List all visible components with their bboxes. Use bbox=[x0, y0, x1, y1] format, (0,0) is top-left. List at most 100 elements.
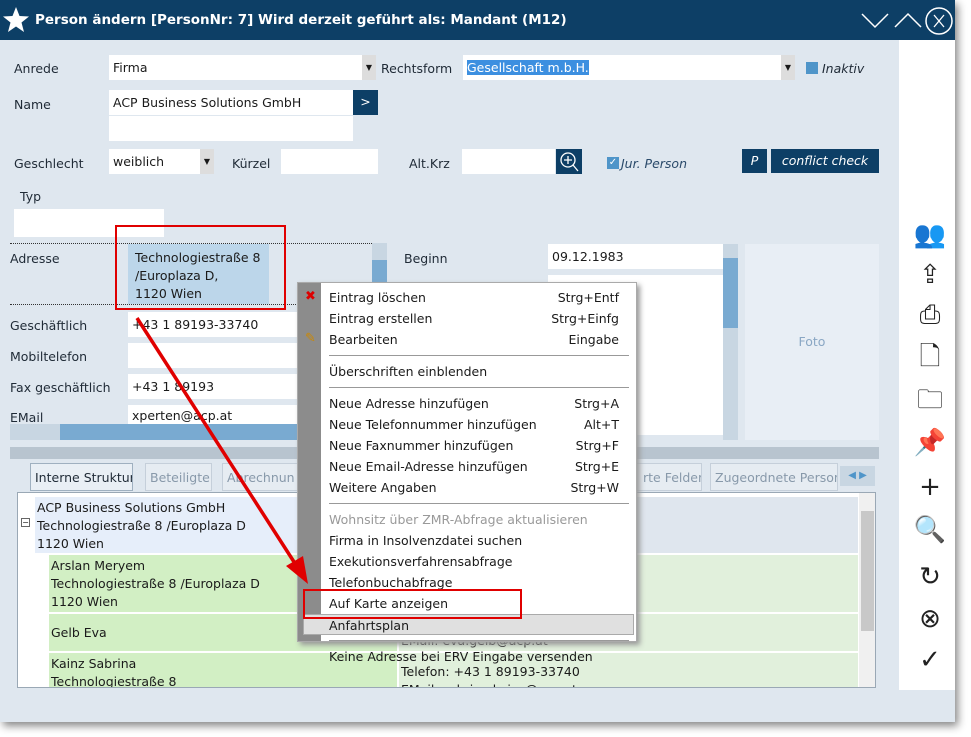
search-button[interactable] bbox=[556, 149, 582, 174]
anrede-select[interactable]: Firma ▼ bbox=[109, 55, 376, 80]
menu-item-bearbeiten[interactable]: Bearbeiten Eingabe bbox=[329, 329, 629, 350]
tab-interne-struktur[interactable]: Interne Struktur bbox=[30, 463, 133, 491]
conflict-check-button[interactable]: conflict check bbox=[771, 149, 879, 173]
typ-label: Typ bbox=[20, 189, 42, 204]
document-search-icon[interactable]: 🔍 bbox=[913, 513, 947, 547]
window-title: Person ändern [PersonNr: 7] Wird derzeit… bbox=[35, 12, 567, 28]
menu-item-label: Firma in Insolvenzdatei suchen bbox=[329, 533, 523, 548]
menu-item-weitere-angaben[interactable]: Weitere Angaben Strg+W bbox=[329, 477, 629, 498]
scrollbar-thumb[interactable] bbox=[723, 258, 738, 328]
menu-separator bbox=[329, 503, 629, 504]
tree-scrollbar[interactable] bbox=[859, 493, 875, 687]
phone-label: Geschäftlich bbox=[10, 318, 88, 333]
menu-item-telefonbuchabfrage[interactable]: Telefonbuchabfrage bbox=[329, 572, 629, 593]
menu-item-label: Telefonbuchabfrage bbox=[329, 575, 453, 590]
jur-person-checkbox[interactable]: ✓ bbox=[607, 157, 619, 169]
menu-item-eintrag-löschen[interactable]: Eintrag löschen Strg+Entf bbox=[329, 287, 629, 308]
chevron-up-icon[interactable] bbox=[893, 10, 923, 30]
tab-beteiligte[interactable]: Beteiligte bbox=[145, 463, 212, 491]
users-icon[interactable]: 👥 bbox=[913, 218, 947, 252]
menu-item-überschriften-einblenden[interactable]: Überschriften einblenden bbox=[329, 361, 629, 382]
name-input-2[interactable] bbox=[109, 116, 353, 141]
pin-icon[interactable]: 📌 bbox=[913, 426, 947, 460]
close-icon[interactable] bbox=[925, 6, 953, 36]
print-icon[interactable]: ⎙ bbox=[913, 298, 947, 332]
menu-item-shortcut: Strg+A bbox=[574, 396, 619, 411]
address-label: Adresse bbox=[10, 251, 60, 266]
menu-item-shortcut: Strg+W bbox=[570, 480, 619, 495]
cancel-icon[interactable]: ⊗ bbox=[913, 602, 947, 636]
kuerzel-input[interactable] bbox=[281, 149, 378, 174]
inaktiv-checkbox[interactable] bbox=[806, 62, 818, 74]
geschlecht-label: Geschlecht bbox=[14, 156, 84, 171]
menu-item-firma-in-insolvenzdatei-suchen[interactable]: Firma in Insolvenzdatei suchen bbox=[329, 530, 629, 551]
menu-item-label: Neue Email-Adresse hinzufügen bbox=[329, 459, 528, 474]
mobile-label: Mobiltelefon bbox=[10, 349, 88, 364]
menu-item-shortcut: Strg+Einfg bbox=[551, 311, 619, 326]
chevron-down-icon[interactable] bbox=[860, 10, 890, 30]
name-expand-button[interactable]: > bbox=[353, 90, 378, 115]
rechtsform-value: Gesellschaft m.b.H. bbox=[467, 60, 589, 75]
delete-x-icon: ✖ bbox=[305, 289, 316, 304]
menu-item-label: Exekutionsverfahrensabfrage bbox=[329, 554, 513, 569]
collapse-icon[interactable]: − bbox=[21, 518, 30, 527]
menu-item-shortcut: Eingabe bbox=[568, 332, 619, 347]
new-document-icon[interactable]: 🗋 bbox=[913, 340, 947, 374]
menu-item-shortcut: Strg+F bbox=[575, 438, 619, 453]
dropdown-arrow-icon: ▼ bbox=[781, 55, 795, 80]
inaktiv-label: Inaktiv bbox=[822, 61, 865, 76]
photo-box[interactable]: Foto bbox=[745, 244, 879, 440]
menu-item-neue-email-adresse-hinzufügen[interactable]: Neue Email-Adresse hinzufügen Strg+E bbox=[329, 456, 629, 477]
context-menu: Eintrag löschen Strg+Entf ✖ Eintrag erstell… bbox=[297, 282, 637, 664]
folder-icon[interactable]: 🗀 bbox=[913, 383, 947, 417]
add-icon[interactable]: + bbox=[913, 470, 947, 504]
dropdown-arrow-icon: ▼ bbox=[200, 149, 214, 174]
menu-item-label: Weitere Angaben bbox=[329, 480, 437, 495]
beginn-input[interactable]: 09.12.1983 bbox=[548, 244, 723, 269]
menu-item-anfahrtsplan[interactable]: Anfahrtsplan bbox=[303, 614, 634, 635]
menu-item-neue-adresse-hinzufügen[interactable]: Neue Adresse hinzufügen Strg+A bbox=[329, 393, 629, 414]
share-icon[interactable]: ⇪ bbox=[913, 258, 947, 292]
altkrz-input[interactable] bbox=[462, 149, 555, 174]
confirm-icon[interactable]: ✓ bbox=[913, 643, 947, 677]
menu-item-neue-telefonnummer-hinzufügen[interactable]: Neue Telefonnummer hinzufügen Alt+T bbox=[329, 414, 629, 435]
menu-item-label: Neue Adresse hinzufügen bbox=[329, 396, 489, 411]
anrede-label: Anrede bbox=[14, 61, 59, 76]
tab-zugeordnete-person[interactable]: Zugeordnete Person bbox=[710, 463, 838, 491]
tab-scroll-arrows[interactable]: ◀ ▶ bbox=[840, 466, 875, 486]
menu-item-exekutionsverfahrensabfrage[interactable]: Exekutionsverfahrensabfrage bbox=[329, 551, 629, 572]
tab-felder[interactable]: rte Felder bbox=[632, 463, 702, 491]
scrollbar-thumb[interactable] bbox=[861, 511, 874, 631]
menu-item-label: Keine Adresse bei ERV Eingabe versenden bbox=[329, 649, 593, 664]
p-button[interactable]: P bbox=[742, 149, 767, 173]
name-input[interactable]: ACP Business Solutions GmbH bbox=[109, 90, 353, 115]
tab-abrechnung[interactable]: Abrechnun bbox=[222, 463, 300, 491]
anrede-value: Firma bbox=[113, 60, 148, 75]
menu-item-label: Wohnsitz über ZMR-Abfrage aktualisieren bbox=[329, 512, 588, 527]
menu-item-label: Anfahrtsplan bbox=[329, 618, 409, 633]
menu-item-wohnsitz-über-zmr-abfrage-aktualisieren[interactable]: Wohnsitz über ZMR-Abfrage aktualisieren bbox=[329, 509, 629, 530]
menu-item-label: Auf Karte anzeigen bbox=[329, 596, 449, 611]
title-bar: Person ändern [PersonNr: 7] Wird derzeit… bbox=[0, 0, 955, 40]
zoom-in-icon bbox=[560, 152, 579, 172]
refresh-icon[interactable]: ↻ bbox=[913, 560, 947, 594]
star-icon[interactable] bbox=[2, 6, 30, 34]
menu-item-keine-adresse-bei-erv-eingabe-versenden[interactable]: Keine Adresse bei ERV Eingabe versenden bbox=[329, 646, 629, 667]
kuerzel-label: Kürzel bbox=[232, 156, 271, 171]
menu-item-label: Neue Faxnummer hinzufügen bbox=[329, 438, 514, 453]
menu-item-label: Neue Telefonnummer hinzufügen bbox=[329, 417, 537, 432]
pencil-icon: ✎ bbox=[305, 331, 316, 346]
geschlecht-value: weiblich bbox=[113, 154, 165, 169]
typ-input[interactable] bbox=[14, 209, 164, 237]
menu-item-neue-faxnummer-hinzufügen[interactable]: Neue Faxnummer hinzufügen Strg+F bbox=[329, 435, 629, 456]
menu-item-auf-karte-anzeigen[interactable]: Auf Karte anzeigen bbox=[329, 593, 629, 614]
menu-item-label: Eintrag löschen bbox=[329, 290, 426, 305]
beginn-label: Beginn bbox=[404, 251, 448, 266]
details-scrollbar[interactable] bbox=[723, 244, 738, 440]
menu-item-eintrag-erstellen[interactable]: Eintrag erstellen Strg+Einfg bbox=[329, 308, 629, 329]
geschlecht-select[interactable]: weiblich ▼ bbox=[109, 149, 214, 174]
altkrz-label: Alt.Krz bbox=[409, 156, 450, 171]
rechtsform-select[interactable]: Gesellschaft m.b.H. ▼ bbox=[463, 55, 795, 80]
menu-item-shortcut: Alt+T bbox=[583, 417, 619, 432]
email-label: EMail bbox=[10, 410, 44, 425]
